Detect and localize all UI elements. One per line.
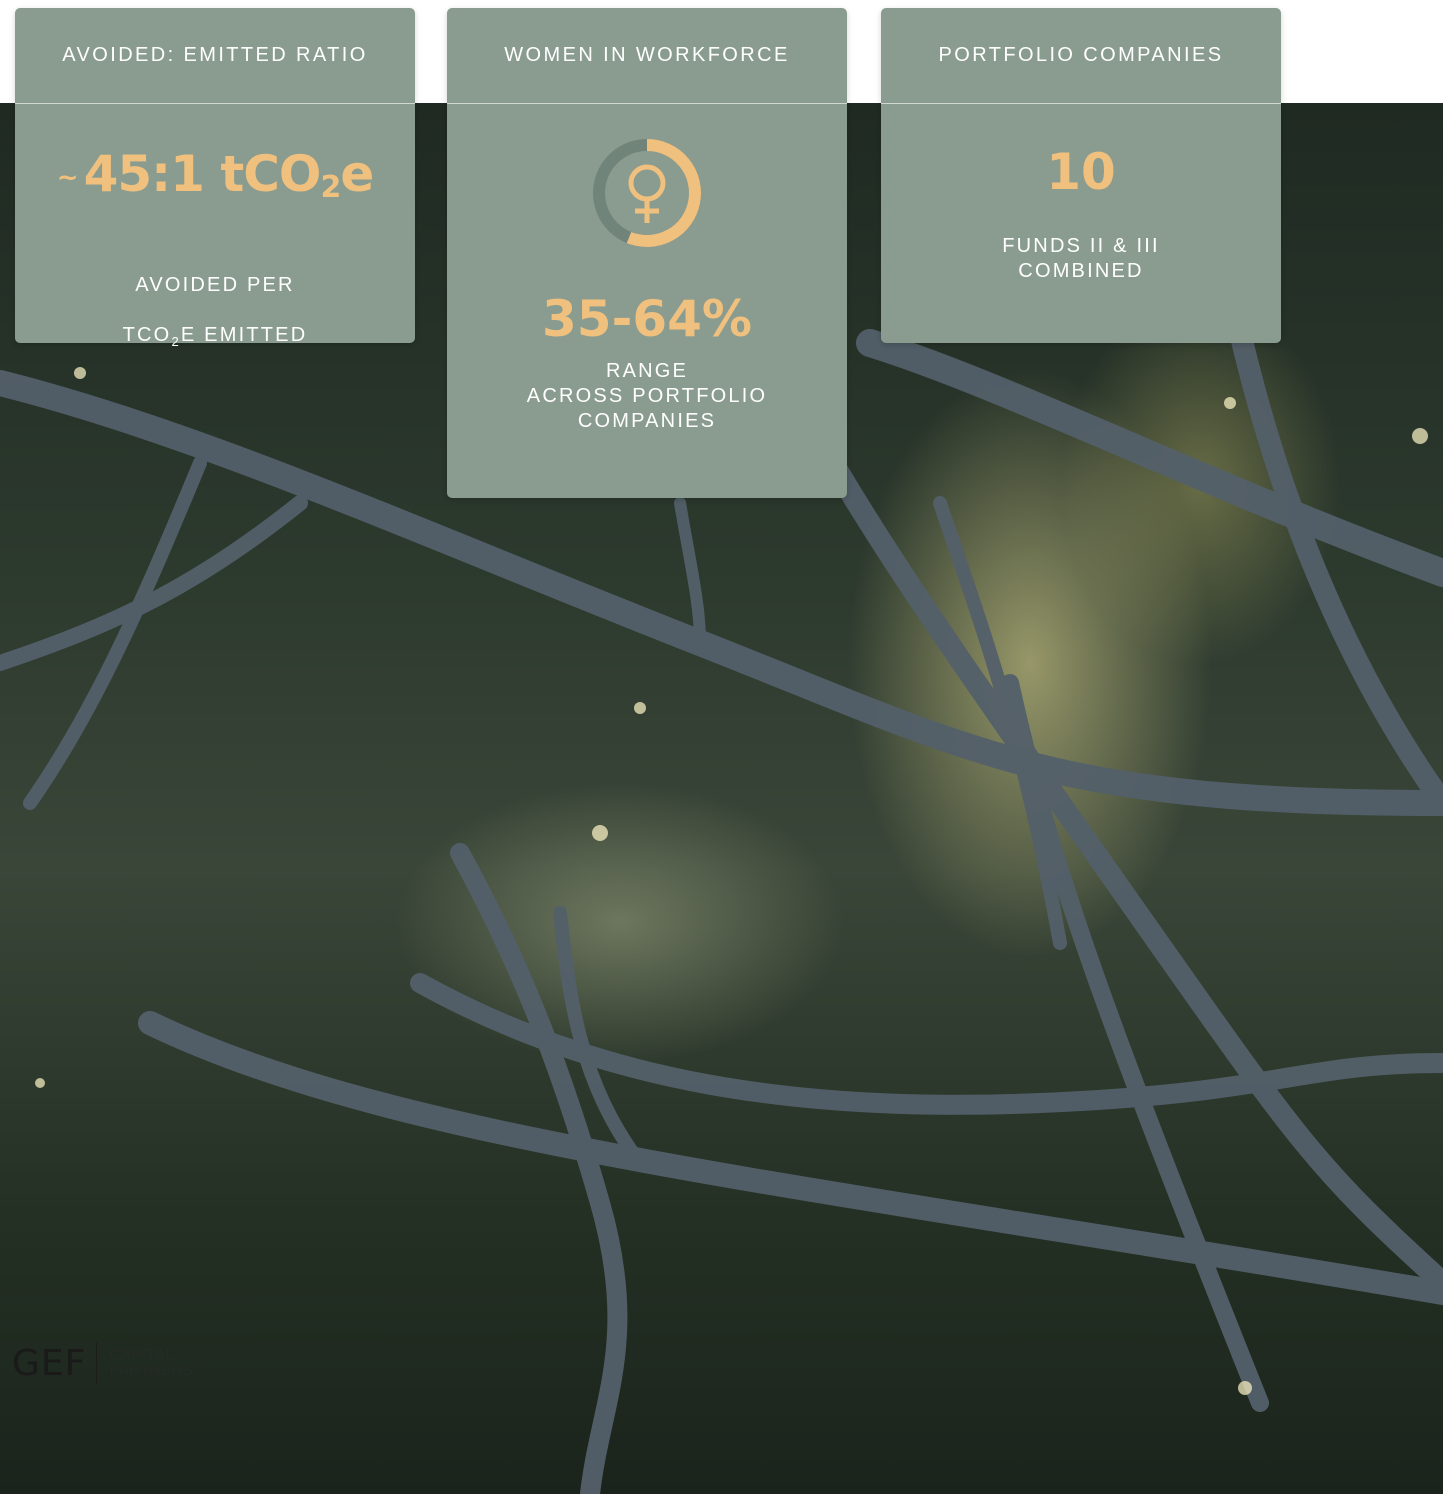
avoided-emitted-ratio-card: AVOIDED: EMITTED RATIO ~45:1 tCO2e AVOID… (15, 8, 415, 349)
portfolio-count-caption: FUNDS II & III COMBINED (1002, 235, 1160, 282)
women-range-value: 35-64% (541, 290, 752, 348)
card-header-label: PORTFOLIO COMPANIES (938, 44, 1224, 66)
logo-line1: CAPITAL (109, 1346, 175, 1363)
women-range-caption: RANGE ACROSS PORTFOLIO COMPANIES (526, 360, 768, 432)
card-header-label: AVOIDED: EMITTED RATIO (62, 44, 368, 66)
logo-mark: GEF (12, 1342, 87, 1384)
ratio-value: ~45:1 tCO2e (15, 146, 415, 216)
gef-capital-partners-logo: GEF CAPITAL PARTNERS (12, 1342, 194, 1384)
ratio-value-main: 45:1 tCO (83, 145, 322, 203)
ratio-caption-part: TCO (122, 324, 172, 346)
ratio-value-subscript: 2 (320, 170, 341, 205)
ratio-value-end: e (340, 145, 374, 203)
logo-wordmark: CAPITAL PARTNERS (109, 1347, 193, 1379)
logo-line2: PARTNERS (109, 1362, 194, 1379)
approx-symbol: ~ (56, 162, 79, 193)
card-header: WOMEN IN WORKFORCE (447, 8, 847, 104)
portfolio-companies-card: PORTFOLIO COMPANIES 10 FUNDS II & III CO… (881, 8, 1281, 343)
ratio-caption: AVOIDED PER TCO2E EMITTED (15, 248, 415, 379)
ratio-caption-part: E EMITTED (180, 324, 308, 346)
women-in-workforce-card: WOMEN IN WORKFORCE 35-64% RANGE ACROSS P… (447, 8, 847, 498)
ratio-caption-line1: AVOIDED PER (135, 274, 295, 296)
card-header-label: WOMEN IN WORKFORCE (504, 44, 790, 66)
card-header: PORTFOLIO COMPANIES (881, 8, 1281, 104)
logo-divider (96, 1342, 98, 1384)
female-symbol-icon (591, 137, 703, 249)
ratio-caption-subscript: 2 (171, 334, 181, 349)
portfolio-count-value: 10 (1046, 143, 1116, 201)
ratio-caption-line2: TCO2E EMITTED (15, 323, 415, 354)
card-header: AVOIDED: EMITTED RATIO (15, 8, 415, 104)
